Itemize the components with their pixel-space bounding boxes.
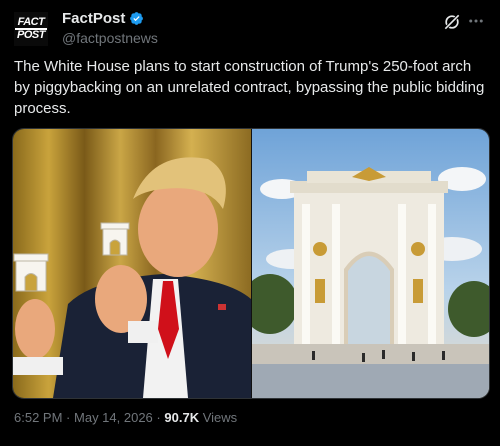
avatar-text-bottom: POST — [15, 28, 47, 41]
post-media[interactable] — [12, 128, 490, 399]
avatar-text-top: FACT — [17, 16, 45, 28]
post-header: FACT POST FactPost @factpostnews — [14, 10, 486, 46]
post-meta: 6:52 PM · May 14, 2026 · 90.7K Views — [14, 410, 237, 425]
meta-separator: · — [156, 410, 161, 425]
meta-separator: · — [66, 410, 71, 425]
more-dots-icon — [469, 19, 483, 23]
views-label: Views — [202, 410, 238, 425]
verified-badge-icon — [130, 12, 144, 25]
more-icon[interactable] — [466, 12, 486, 32]
photo-arch-rendering[interactable] — [251, 129, 489, 398]
display-name-row: FactPost — [62, 10, 158, 27]
views-count: 90.7K — [164, 410, 200, 425]
post-time[interactable]: 6:52 PM — [14, 410, 62, 425]
post-date[interactable]: May 14, 2026 — [74, 410, 153, 425]
handle[interactable]: @factpostnews — [62, 30, 158, 46]
avatar[interactable]: FACT POST — [14, 12, 48, 46]
photo-person-holding-arch-model[interactable] — [13, 129, 251, 398]
display-name[interactable]: FactPost — [62, 10, 125, 27]
post-text: The White House plans to start construct… — [14, 58, 485, 117]
author-info: FactPost @factpostnews — [62, 10, 158, 46]
grok-icon[interactable] — [442, 12, 462, 32]
